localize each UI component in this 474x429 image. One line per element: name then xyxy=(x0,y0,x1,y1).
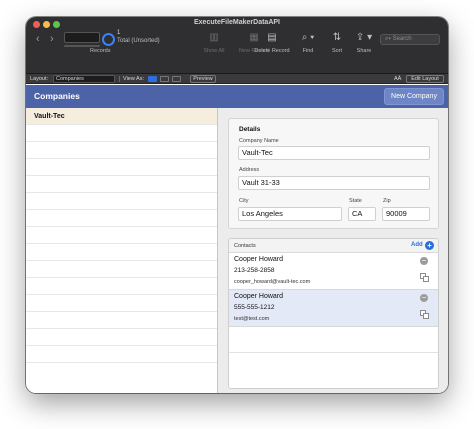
record-pie-icon xyxy=(102,33,115,46)
duplicate-icon[interactable] xyxy=(420,273,429,282)
edit-layout-button[interactable]: Edit Layout xyxy=(406,75,444,83)
contact-row[interactable]: Cooper Howard 555-555-1212 test@test.com… xyxy=(229,290,438,327)
search-placeholder: Search xyxy=(392,36,412,42)
share-label: Share xyxy=(356,48,372,54)
company-name-field[interactable]: Vault-Tec xyxy=(238,146,430,160)
record-slider[interactable] xyxy=(64,45,100,47)
record-count: 1 xyxy=(117,30,121,36)
list-item-empty xyxy=(26,142,217,159)
list-item-empty xyxy=(26,227,217,244)
show-all-icon: ▥ xyxy=(209,32,219,43)
record-total: Total (Unsorted) xyxy=(117,38,160,44)
state-field[interactable]: CA xyxy=(348,207,376,221)
chevron-left-icon[interactable]: ‹ xyxy=(36,34,40,45)
list-item-empty xyxy=(26,346,217,363)
add-contact-link[interactable]: Add xyxy=(411,242,423,248)
list-item-empty xyxy=(26,125,217,142)
list-item-empty xyxy=(26,295,217,312)
view-as-label: View As: xyxy=(123,76,144,82)
record-number-field[interactable] xyxy=(64,32,100,43)
toolbar: ExecuteFileMakerDataAPI ‹ › 1 Total (Uns… xyxy=(26,17,448,74)
address-label: Address xyxy=(239,167,260,173)
list-item-empty xyxy=(26,261,217,278)
list-item-empty xyxy=(26,278,217,295)
contact-phone: 213-258-2858 xyxy=(234,267,275,274)
state-label: State xyxy=(349,198,362,204)
font-size-icon[interactable]: AÂ xyxy=(394,75,401,83)
contact-row[interactable]: Cooper Howard 213-258-2858 cooper_howard… xyxy=(229,253,438,290)
layout-select-value: Companies xyxy=(56,76,84,82)
app-window: ExecuteFileMakerDataAPI ‹ › 1 Total (Uns… xyxy=(26,17,448,393)
address-field[interactable]: Vault 31-33 xyxy=(238,176,430,190)
detail-panel: Details Company Name Vault-Tec Address V… xyxy=(218,108,448,393)
zip-label: Zip xyxy=(383,198,391,204)
list-item-empty xyxy=(26,159,217,176)
companies-header: Companies New Company xyxy=(26,85,448,108)
show-all-label: Show All xyxy=(203,48,225,54)
city-label: City xyxy=(239,198,249,204)
contact-name: Cooper Howard xyxy=(234,293,284,300)
contact-phone: 555-555-1212 xyxy=(234,304,275,311)
duplicate-icon[interactable] xyxy=(420,310,429,319)
zip-field[interactable]: 90009 xyxy=(382,207,430,221)
list-item[interactable]: Vault-Tec xyxy=(26,108,217,125)
new-company-button[interactable]: New Company xyxy=(384,88,444,105)
list-item-empty xyxy=(26,176,217,193)
list-item-empty xyxy=(26,193,217,210)
plus-circle-icon[interactable]: + xyxy=(425,241,434,250)
page-title: Companies xyxy=(34,91,80,101)
company-name-label: Company Name xyxy=(239,138,279,144)
contact-email: test@test.com xyxy=(234,316,270,322)
edit-layout-label: Edit Layout xyxy=(411,76,439,82)
contact-row-empty xyxy=(229,353,438,388)
search-input[interactable]: ⌕▾ Search xyxy=(380,34,440,45)
layout-label: Layout: xyxy=(30,76,49,82)
divider xyxy=(119,76,120,82)
contact-email: cooper_howard@vault-tec.com xyxy=(234,279,311,285)
list-item-empty xyxy=(26,244,217,261)
records-label: Records xyxy=(90,48,111,54)
list-item-empty xyxy=(26,312,217,329)
show-all-button[interactable]: ▥ Show All xyxy=(192,31,236,54)
contacts-title: Contacts xyxy=(234,243,256,249)
contact-row-empty xyxy=(229,327,438,353)
details-title: Details xyxy=(239,126,261,133)
list-item-empty xyxy=(26,210,217,227)
details-card: Details Company Name Vault-Tec Address V… xyxy=(228,118,439,229)
contacts-portal: Contacts Add + Cooper Howard 213-258-285… xyxy=(228,238,439,389)
list-item-empty xyxy=(26,329,217,346)
chevron-right-icon[interactable]: › xyxy=(50,34,54,45)
search-icon: ⌕▾ xyxy=(385,36,391,42)
layout-select[interactable]: Companies xyxy=(53,75,115,83)
view-list-button[interactable] xyxy=(160,76,169,82)
city-field[interactable]: Los Angeles xyxy=(238,207,342,221)
contacts-header: Contacts Add + xyxy=(229,239,438,253)
window-title: ExecuteFileMakerDataAPI xyxy=(194,19,280,26)
minus-circle-icon[interactable]: − xyxy=(420,257,428,265)
view-form-button[interactable] xyxy=(148,76,157,82)
view-table-button[interactable] xyxy=(172,76,181,82)
company-list: Vault-Tec xyxy=(26,108,218,393)
preview-label: Preview xyxy=(193,76,213,82)
preview-button[interactable]: Preview xyxy=(190,75,216,83)
contact-name: Cooper Howard xyxy=(234,256,284,263)
layout-bar: Layout: Companies View As: Preview AÂ Ed… xyxy=(26,74,448,84)
minus-circle-icon[interactable]: − xyxy=(420,294,428,302)
